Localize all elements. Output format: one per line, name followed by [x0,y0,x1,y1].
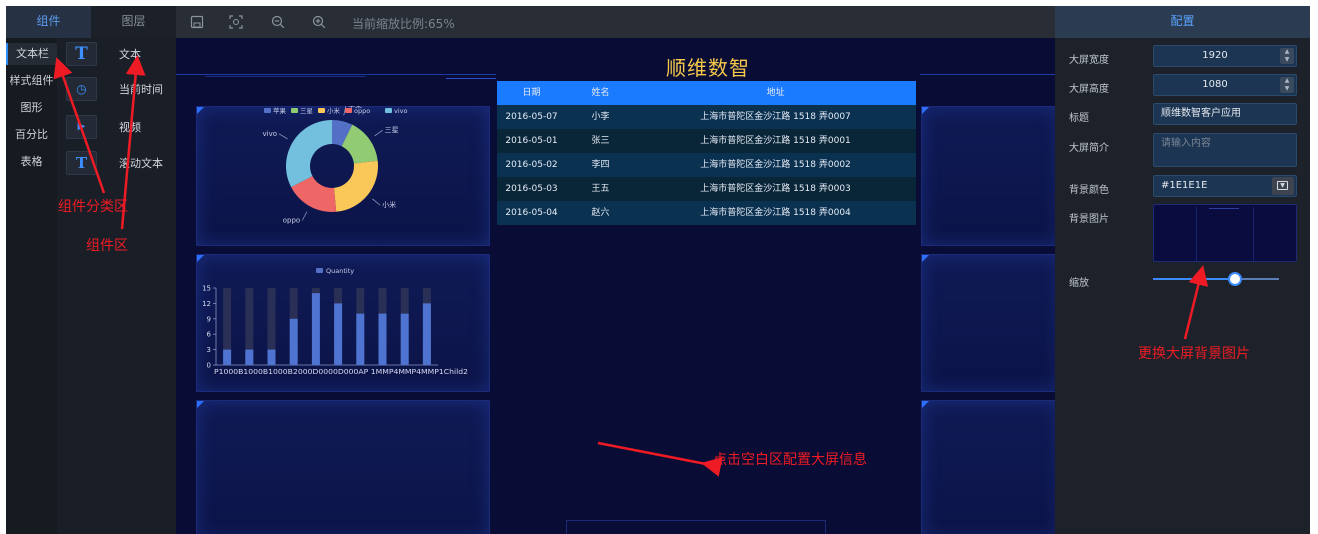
arrow-to-categories [53,57,106,194]
arrow-to-bg-image [1183,265,1209,340]
annotation-component-area: 组件区 [86,238,128,254]
annotation-category-area: 组件分类区 [58,199,128,215]
annotation-arrows [53,55,1209,477]
arrow-to-blank-area [597,441,723,477]
app-window: 组件 图层 文本栏 样式组件 图形 百分比 表格 T 文本 ◷ 当前时间 ▶ 视… [6,6,1310,534]
annotation-blank-area: 点击空白区配置大屏信息 [713,452,867,468]
annotation-bg-image: 更换大屏背景图片 [1138,346,1250,362]
